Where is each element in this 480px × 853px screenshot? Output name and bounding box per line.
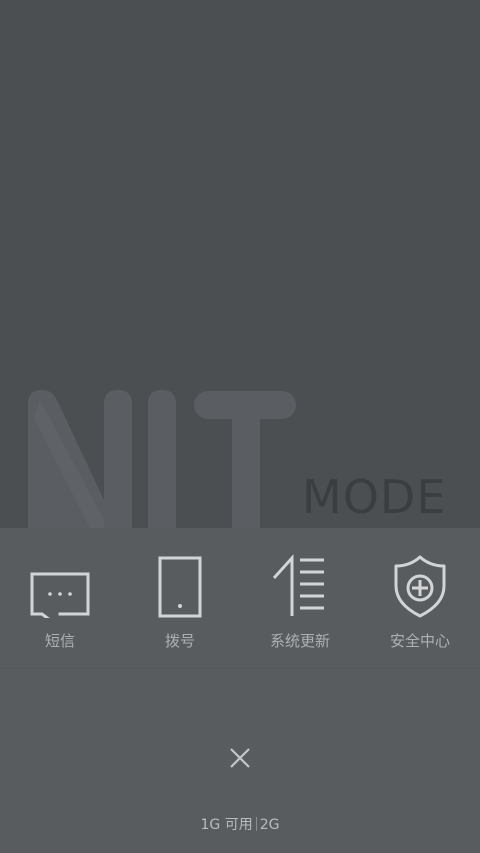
memory-available: 1G 可用 [200,817,253,833]
shortcut-row: 短信 拨号 系统更新 安全中心 [0,540,480,660]
shortcut-label: 短信 [44,632,75,650]
system-update-icon [272,554,324,616]
shortcut-label: 安全中心 [389,632,450,650]
shield-plus-icon [394,555,446,618]
shortcut-security-center[interactable]: 安全中心 [360,540,480,660]
shortcut-label: 系统更新 [269,632,330,650]
memory-total: 2G [259,817,280,833]
shortcut-system-update[interactable]: 系统更新 [240,540,360,660]
shortcut-messages[interactable]: 短信 [0,540,120,660]
wallpaper-area [0,0,480,528]
message-icon [30,572,90,618]
mode-wordmark: MODE [302,470,447,524]
memory-status: 1G 可用 2G [0,816,480,834]
memory-separator [255,817,257,831]
close-icon [230,748,250,768]
close-button[interactable] [222,740,258,776]
panel-divider [0,668,480,669]
shortcut-dialer[interactable]: 拨号 [120,540,240,660]
phone-icon [158,556,202,618]
shortcut-label: 拨号 [164,632,195,650]
